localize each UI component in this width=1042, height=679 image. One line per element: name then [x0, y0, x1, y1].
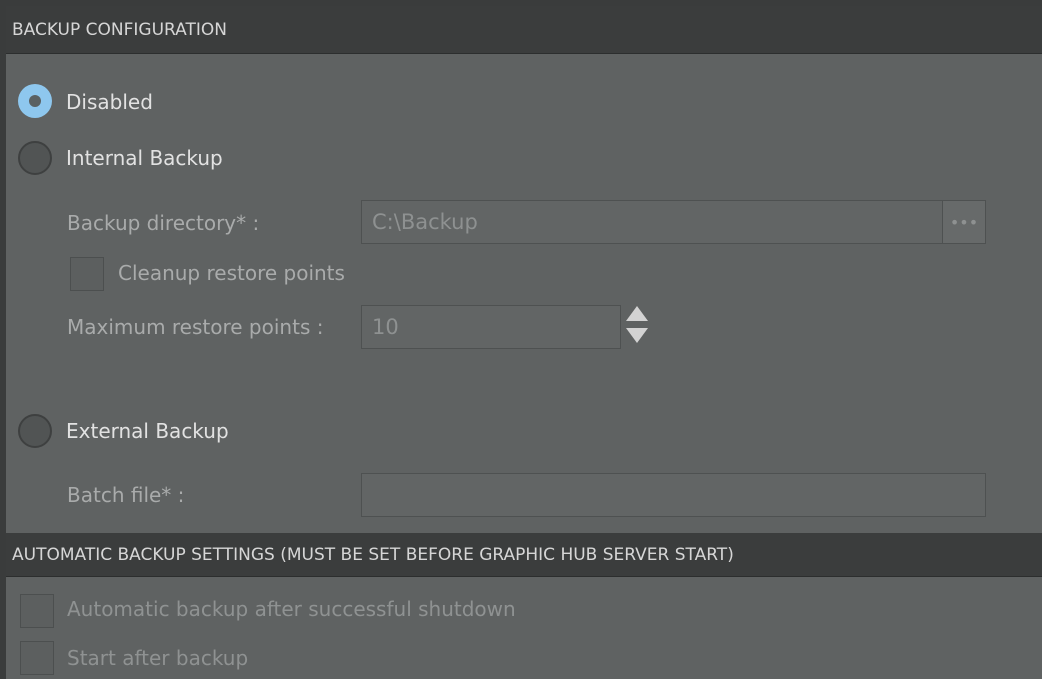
spin-down-arrow-icon[interactable] [626, 328, 648, 343]
max-restore-points-value: 10 [372, 315, 399, 339]
ellipsis-icon: ••• [949, 212, 979, 232]
spin-up-arrow-icon[interactable] [626, 306, 648, 321]
disabled-label[interactable]: Disabled [66, 90, 153, 114]
max-restore-points-spinner[interactable] [626, 306, 650, 346]
batch-file-label: Batch file* : [67, 483, 185, 507]
external-backup-label[interactable]: External Backup [66, 419, 229, 443]
max-restore-points-input[interactable]: 10 [361, 305, 621, 349]
start-after-backup-checkbox[interactable] [20, 641, 54, 675]
backup-directory-input[interactable]: C:\Backup [361, 200, 943, 244]
batch-file-input[interactable] [361, 473, 986, 517]
cleanup-restore-points-checkbox[interactable] [70, 257, 104, 291]
browse-directory-button[interactable]: ••• [942, 200, 986, 244]
backup-directory-value: C:\Backup [372, 210, 478, 234]
auto-backup-after-shutdown-label[interactable]: Automatic backup after successful shutdo… [67, 597, 516, 621]
internal-backup-label[interactable]: Internal Backup [66, 146, 223, 170]
disabled-radio[interactable] [18, 84, 52, 118]
backup-directory-label: Backup directory* : [67, 211, 260, 235]
automatic-backup-settings-header: AUTOMATIC BACKUP SETTINGS (MUST BE SET B… [6, 533, 1042, 577]
external-backup-radio[interactable] [18, 414, 52, 448]
backup-configuration-header: BACKUP CONFIGURATION [6, 6, 1042, 54]
max-restore-points-label: Maximum restore points : [67, 315, 324, 339]
internal-backup-radio[interactable] [18, 141, 52, 175]
start-after-backup-label[interactable]: Start after backup [67, 646, 248, 670]
auto-backup-after-shutdown-checkbox[interactable] [20, 594, 54, 628]
cleanup-restore-points-label[interactable]: Cleanup restore points [118, 261, 345, 285]
backup-configuration-title: BACKUP CONFIGURATION [12, 19, 227, 40]
automatic-backup-settings-title: AUTOMATIC BACKUP SETTINGS (MUST BE SET B… [12, 544, 734, 565]
